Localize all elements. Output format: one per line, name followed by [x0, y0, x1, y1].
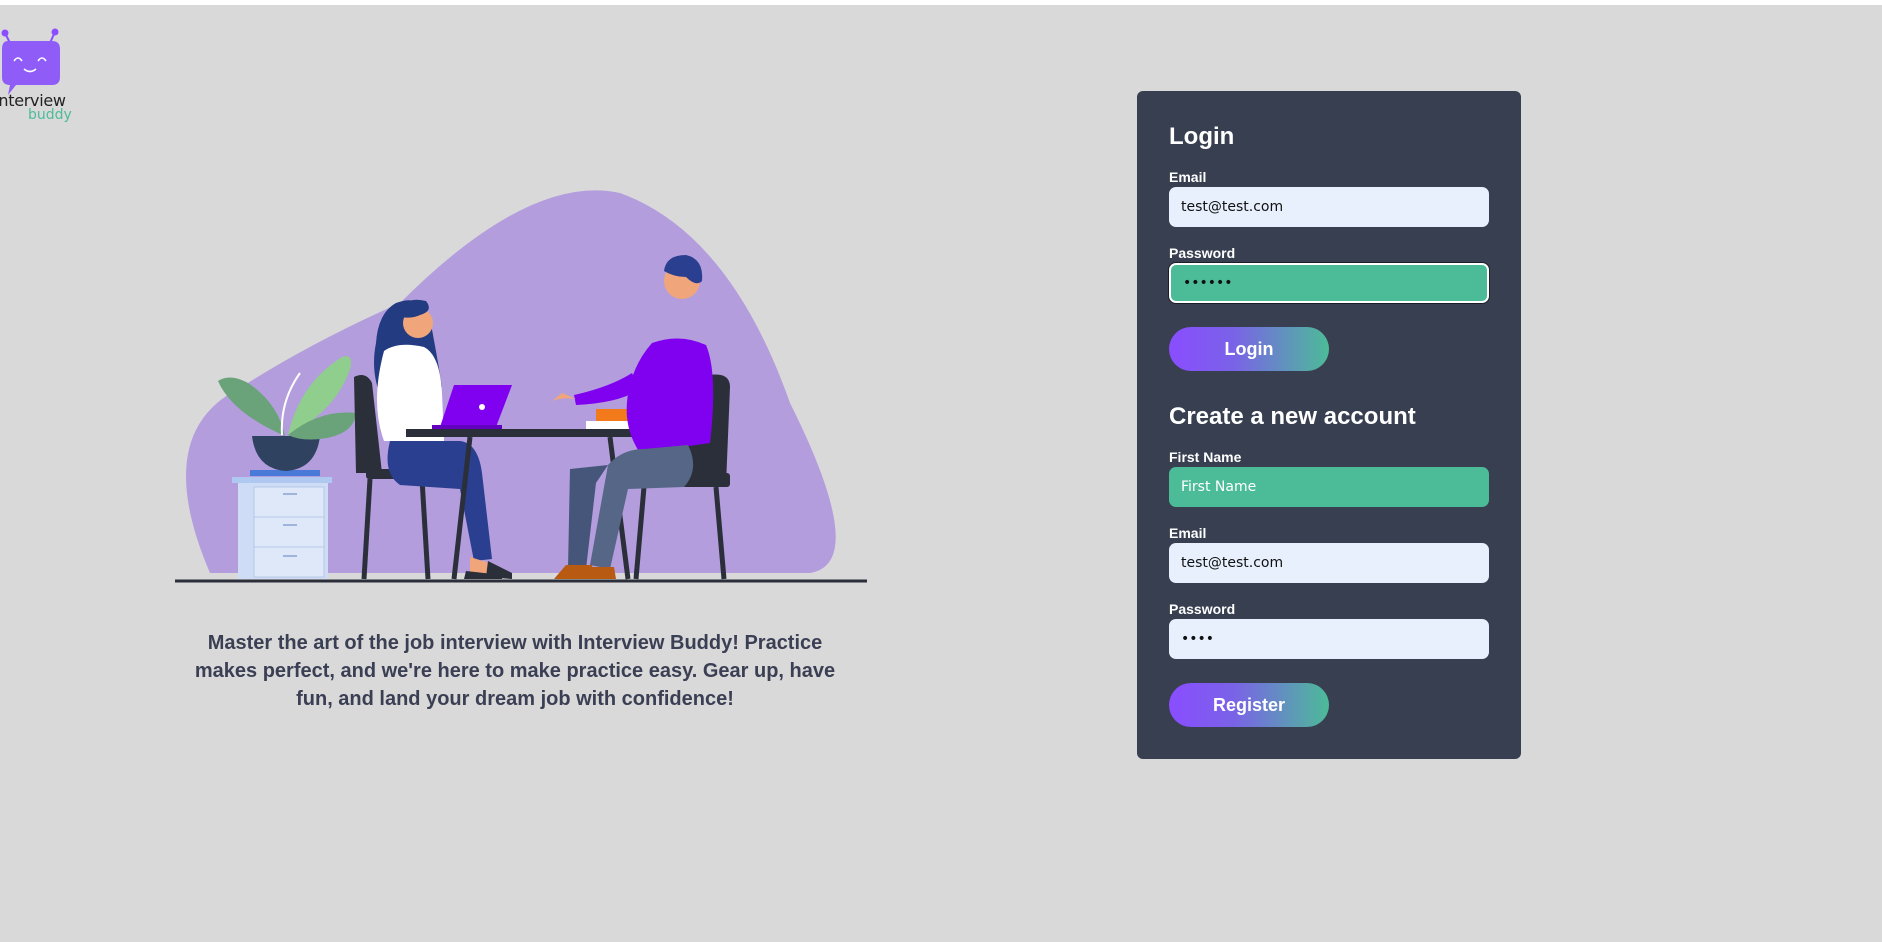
register-first-name-input[interactable]: [1169, 467, 1489, 507]
register-first-name-label: First Name: [1169, 449, 1242, 465]
login-button[interactable]: Login: [1169, 327, 1329, 371]
register-password-input[interactable]: [1169, 619, 1489, 659]
login-email-input[interactable]: [1169, 187, 1489, 227]
interview-illustration: [175, 190, 867, 583]
login-title: Login: [1169, 123, 1235, 150]
chat-robot-icon: [1, 28, 60, 95]
auth-panel: Login Email Password Login Create a new …: [1137, 91, 1521, 759]
logo-subtitle: buddy: [28, 107, 72, 123]
login-password-label: Password: [1169, 245, 1236, 261]
register-title: Create a new account: [1169, 403, 1416, 430]
register-password-label: Password: [1169, 601, 1236, 617]
register-email-input[interactable]: [1169, 543, 1489, 583]
page-background: Interview buddy Master the art of the jo…: [0, 5, 1882, 942]
login-password-input[interactable]: [1169, 263, 1489, 303]
app-logo[interactable]: Interview buddy: [0, 27, 72, 127]
hero-tagline: Master the art of the job interview with…: [194, 632, 836, 710]
register-button[interactable]: Register: [1169, 683, 1329, 727]
register-email-label: Email: [1169, 525, 1207, 541]
login-email-label: Email: [1169, 169, 1207, 185]
